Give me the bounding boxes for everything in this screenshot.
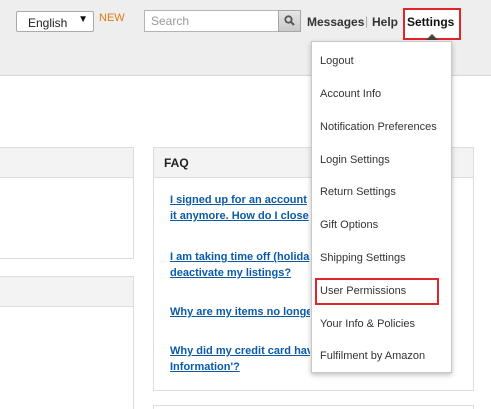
- left-panel-top: [0, 147, 134, 259]
- menu-item-login-settings[interactable]: Login Settings: [320, 154, 390, 166]
- dropdown-arrow-icon: ▼: [78, 14, 88, 25]
- settings-dropdown-menu: Logout Account Info Notification Prefere…: [311, 41, 452, 373]
- menu-item-user-permissions[interactable]: User Permissions: [320, 285, 406, 297]
- left-panel-bottom: [0, 276, 134, 409]
- menu-item-your-info-policies[interactable]: Your Info & Policies: [320, 318, 415, 330]
- faq-link-deactivate-listings[interactable]: I am taking time off (holida deactivate …: [170, 249, 310, 281]
- menu-item-fulfilment-by-amazon[interactable]: Fulfilment by Amazon: [320, 350, 425, 362]
- menu-item-gift-options[interactable]: Gift Options: [320, 219, 378, 231]
- search-icon: [284, 15, 295, 26]
- faq-link-line: I am taking time off (holida: [170, 251, 310, 263]
- caret-up-icon: [426, 34, 438, 40]
- faq-link-close-account[interactable]: I signed up for an account it anymore. H…: [170, 192, 310, 224]
- search-button[interactable]: [278, 10, 301, 32]
- panel-header: [0, 277, 133, 307]
- menu-item-account-info[interactable]: Account Info: [320, 88, 381, 100]
- faq-link-items-missing[interactable]: Why are my items no longe: [170, 304, 310, 320]
- faq-link-line: Information'?: [170, 361, 240, 373]
- panel-header: [0, 148, 133, 178]
- search-input[interactable]: [144, 10, 279, 32]
- faq-link-line: Why did my credit card hav: [170, 345, 310, 357]
- page: English ▼ NEW Messages | Help Settings F…: [0, 0, 491, 409]
- faq-link-line: it anymore. How do I close: [170, 210, 309, 222]
- faq-link-line: deactivate my listings?: [170, 267, 292, 279]
- settings-menu-button[interactable]: Settings: [403, 8, 461, 40]
- menu-item-shipping-settings[interactable]: Shipping Settings: [320, 252, 406, 264]
- messages-link[interactable]: Messages: [307, 15, 364, 29]
- language-select[interactable]: English ▼: [16, 11, 94, 32]
- next-panel: [153, 405, 474, 409]
- language-select-value: English: [28, 16, 68, 30]
- settings-label: Settings: [407, 15, 455, 29]
- faq-link-line: I signed up for an account: [170, 194, 307, 206]
- menu-item-return-settings[interactable]: Return Settings: [320, 186, 396, 198]
- menu-item-notification-preferences[interactable]: Notification Preferences: [320, 121, 437, 133]
- faq-link-line: Why are my items no longe: [170, 306, 310, 318]
- new-badge: NEW: [99, 12, 125, 24]
- nav-separator: |: [365, 14, 369, 28]
- menu-item-logout[interactable]: Logout: [320, 55, 354, 67]
- help-link[interactable]: Help: [372, 15, 398, 29]
- faq-link-credit-card[interactable]: Why did my credit card hav Information'?: [170, 343, 310, 375]
